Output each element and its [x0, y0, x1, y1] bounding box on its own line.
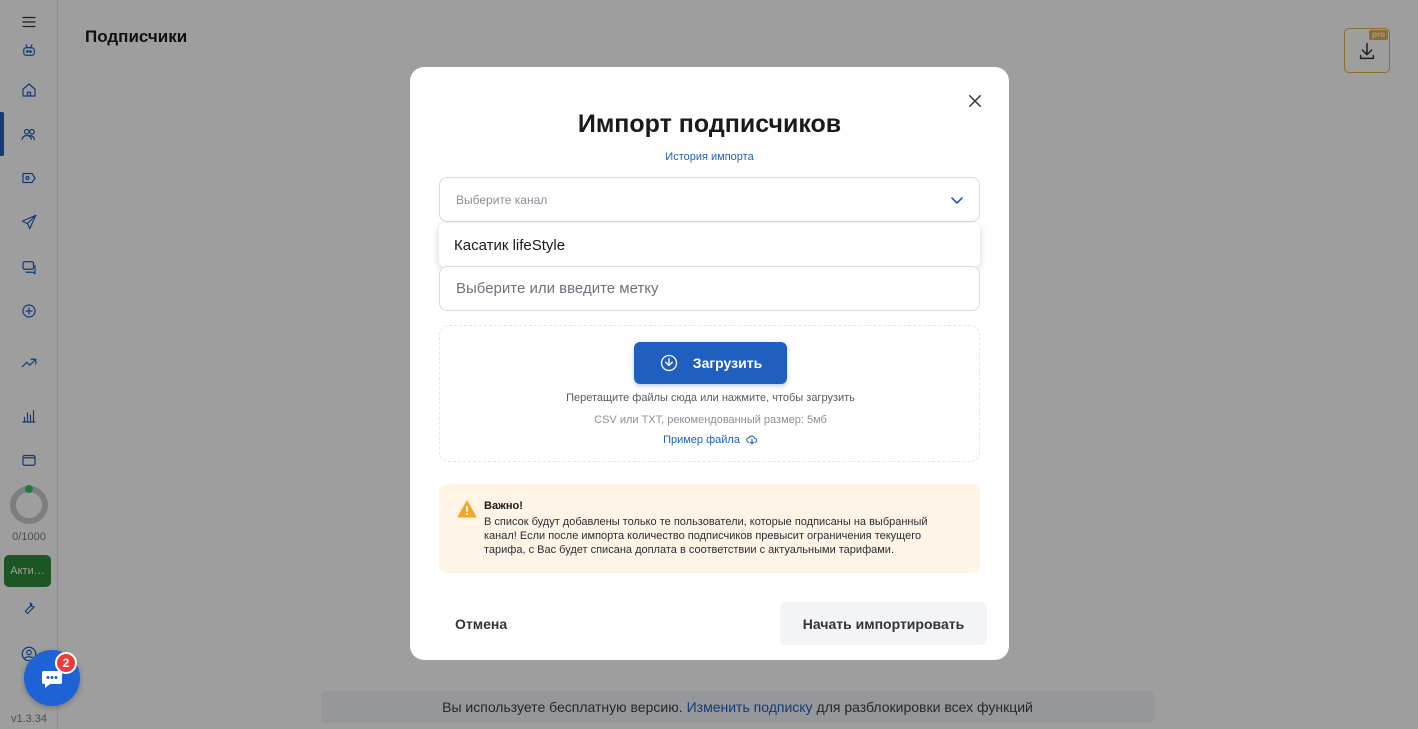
drop-hint: Перетащите файлы сюда или нажмите, чтобы… — [566, 392, 855, 404]
channel-select[interactable]: Выберите канал — [439, 177, 980, 222]
warning-notice: Важно! В список будут добавлены только т… — [439, 484, 980, 573]
cancel-button[interactable]: Отмена — [439, 603, 539, 645]
modal-title: Импорт подписчиков — [577, 110, 842, 138]
warning-text: В список будут добавлены только те польз… — [484, 516, 928, 556]
warning-title: Важно! — [484, 500, 523, 512]
upload-icon — [660, 354, 677, 372]
chevron-down-icon — [949, 192, 965, 208]
start-import-button[interactable]: Начать импортировать — [780, 602, 987, 645]
file-formats: CSV или TXT, рекомендованный размер: 5мб — [594, 414, 827, 426]
channel-dropdown: Касатик lifeStyle — [439, 223, 980, 267]
warning-icon — [457, 500, 477, 518]
example-file-link[interactable]: Пример файла — [440, 434, 981, 446]
close-icon — [969, 95, 981, 107]
import-subscribers-modal: Импорт подписчиков История импорта Выбер… — [410, 67, 1009, 660]
tag-input[interactable] — [439, 266, 980, 311]
example-file-label: Пример файла — [663, 434, 740, 446]
chat-notification-badge: 2 — [55, 652, 77, 674]
file-dropzone[interactable]: Загрузить Перетащите файлы сюда или нажм… — [439, 325, 980, 462]
import-history-link[interactable]: История импорта — [410, 151, 1009, 163]
channel-select-placeholder: Выберите канал — [456, 192, 548, 207]
upload-button-label: Загрузить — [692, 355, 763, 371]
upload-button[interactable]: Загрузить — [634, 342, 787, 384]
cloud-download-icon — [746, 435, 758, 445]
dropdown-option[interactable]: Касатик lifeStyle — [454, 237, 565, 254]
